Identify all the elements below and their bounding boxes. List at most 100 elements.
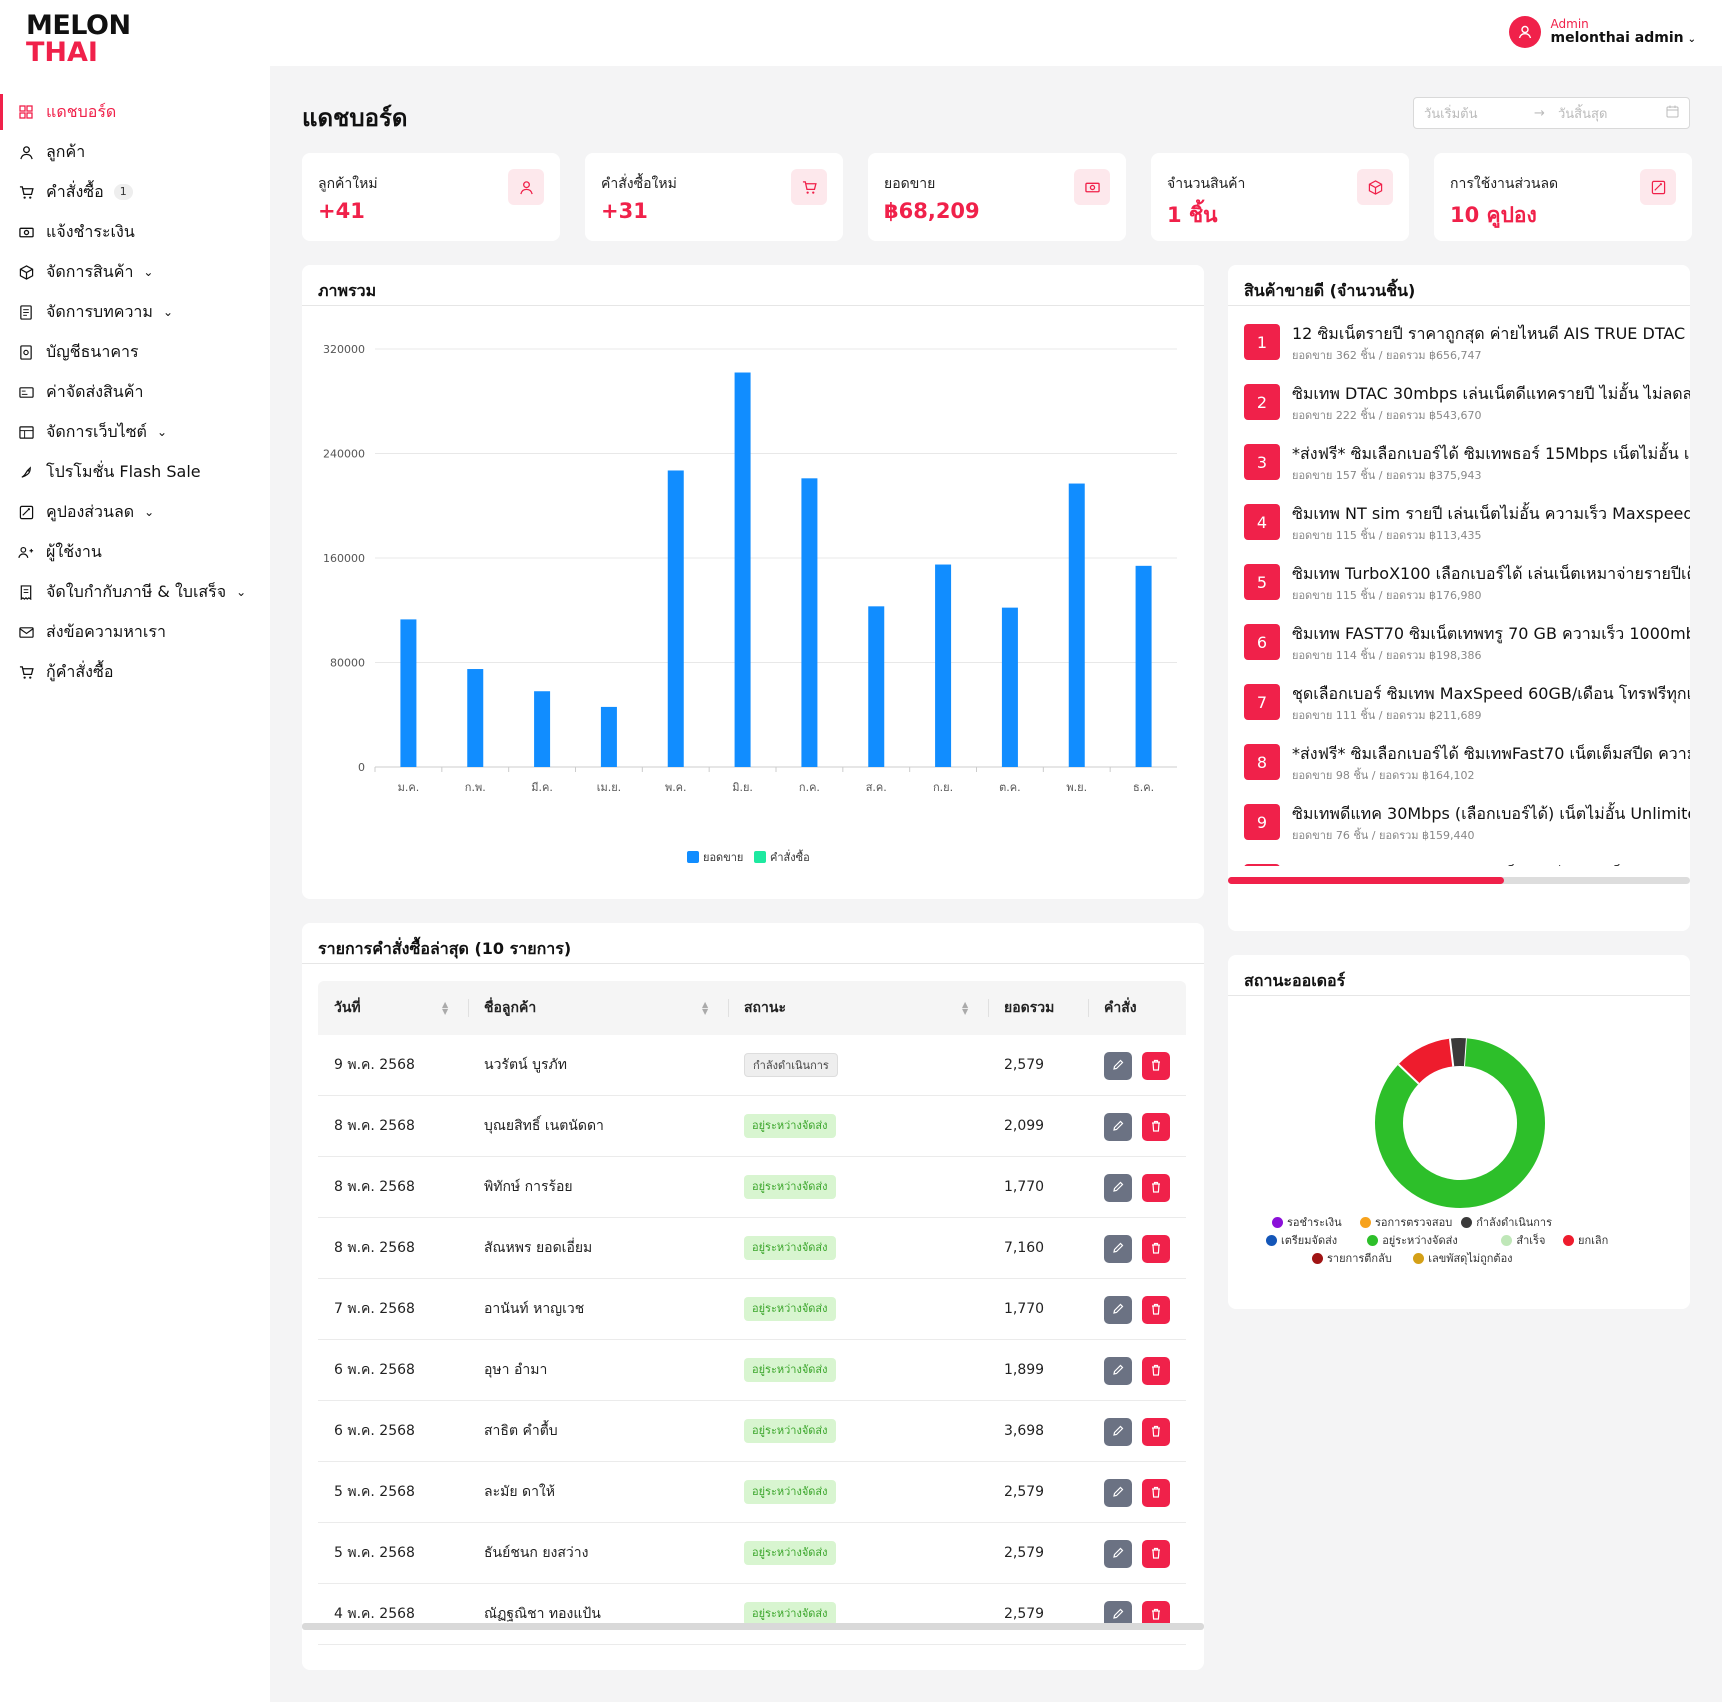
edit-button[interactable] [1104,1357,1132,1385]
edit-button[interactable] [1104,1296,1132,1324]
delete-button[interactable] [1142,1296,1170,1324]
sidebar-item-12[interactable]: จัดใบกำกับภาษี & ใบเสร็จ ⌄ [0,574,270,610]
bestsellers-list[interactable]: 1 12 ซิมเน็ตรายปี ราคาถูกสุด ค่ายไหนดี AI… [1228,306,1690,866]
start-date-input[interactable]: วันเริ่มต้น [1424,103,1534,124]
cart-icon [791,169,827,205]
legend-item[interactable]: สำเร็จ [1501,1231,1545,1249]
delete-button[interactable] [1142,1418,1170,1446]
legend-dot [1461,1216,1473,1228]
table-row[interactable]: 9 พ.ค. 2568 นวรัตน์ บูรภัท กำลังดำเนินการ 2… [318,1035,1186,1096]
legend-item-orders[interactable]: คำสั่งซื้อ [754,848,810,866]
bestseller-item[interactable]: 8 *ส่งฟรี* ซิมเลือกเบอร์ได้ ซิมเทพFast70 … [1244,740,1690,790]
table-row[interactable]: 5 พ.ค. 2568 ธันย์ชนก ยงสว่าง อยู่ระหว่างจั… [318,1523,1186,1584]
edit-button[interactable] [1104,1418,1132,1446]
sort-icon[interactable]: ▲ ▼ [442,1001,448,1016]
sidebar-item-2[interactable]: คำสั่งซื้อ 1 [0,174,270,210]
bar-1 [467,669,484,767]
edit-button[interactable] [1104,1479,1132,1507]
sort-icon[interactable]: ▲ ▼ [702,1001,708,1016]
customer-name: อุษา อำมา [484,1362,548,1378]
chevron-down-icon: ⌄ [144,505,155,519]
sidebar-item-6[interactable]: บัญชีธนาคาร [0,334,270,370]
bestseller-item[interactable]: 6 ซิมเทพ FAST70 ซิมเน็ตเทพทรู 70 GB ความเ… [1244,620,1690,670]
sidebar-item-14[interactable]: กู้คำสั่งซื้อ [0,654,270,690]
table-row[interactable]: 8 พ.ค. 2568 พิทักษ์ การร้อย อยู่ระหว่างจัด… [318,1157,1186,1218]
sidebar-item-9[interactable]: โปรโมชั่น Flash Sale [0,454,270,490]
edit-button[interactable] [1104,1174,1132,1202]
end-date-input[interactable]: วันสิ้นสุด [1558,103,1666,124]
table-row[interactable]: 8 พ.ค. 2568 บุณยสิทธิ์ เนตนัดดา อยู่ระหว่า… [318,1096,1186,1157]
bestseller-item[interactable]: 3 *ส่งฟรี* ซิมเลือกเบอร์ได้ ซิมเทพธอร์ 15… [1244,440,1690,490]
edit-button[interactable] [1104,1052,1132,1080]
delete-button[interactable] [1142,1540,1170,1568]
trash-icon [1150,1240,1162,1258]
delete-button[interactable] [1142,1113,1170,1141]
legend-item[interactable]: ยกเลิก [1563,1231,1608,1249]
order-date: 4 พ.ค. 2568 [334,1606,415,1622]
rank-badge: 6 [1244,624,1280,660]
user-menu[interactable]: Admin melonthai admin ⌄ [1508,16,1696,48]
legend-item[interactable]: กำลังดำเนินการ [1461,1213,1552,1231]
table-row[interactable]: 6 พ.ค. 2568 อุษา อำมา อยู่ระหว่างจัดส่ง 1,8… [318,1340,1186,1401]
sidebar-item-10[interactable]: คูปองส่วนลด ⌄ [0,494,270,530]
delete-button[interactable] [1142,1479,1170,1507]
calendar-icon[interactable] [1666,105,1679,122]
sidebar-item-7[interactable]: ค่าจัดส่งสินค้า [0,374,270,410]
scrollbar-thumb[interactable] [1228,877,1504,884]
sidebar-item-13[interactable]: ส่งข้อความหาเรา [0,614,270,650]
sidebar-item-0[interactable]: แดชบอร์ด [0,94,270,130]
article-icon [18,304,34,320]
table-row[interactable]: 4 พ.ค. 2568 ณัฏฐณิชา ทองแป้น อยู่ระหว่างจั… [318,1584,1186,1645]
date-range-picker[interactable]: วันเริ่มต้น → วันสิ้นสุด [1413,97,1690,129]
order-date: 5 พ.ค. 2568 [334,1545,415,1561]
sidebar-item-4[interactable]: จัดการสินค้า ⌄ [0,254,270,290]
bestseller-item[interactable]: 4 ซิมเทพ NT sim รายปี เล่นเน็ตไม่อั้น ควา… [1244,500,1690,550]
bestseller-item[interactable]: 1 12 ซิมเน็ตรายปี ราคาถูกสุด ค่ายไหนดี AI… [1244,320,1690,370]
delete-button[interactable] [1142,1235,1170,1263]
table-row[interactable]: 6 พ.ค. 2568 สาธิต คำตื้บ อยู่ระหว่างจัดส่ง… [318,1401,1186,1462]
col-date[interactable]: วันที่ [334,981,361,1035]
sidebar-item-3[interactable]: แจ้งชำระเงิน [0,214,270,250]
delete-button[interactable] [1142,1174,1170,1202]
y-tick-label: 240000 [323,448,365,461]
legend-item[interactable]: รอการตรวจสอบ [1360,1213,1452,1231]
delete-button[interactable] [1142,1052,1170,1080]
bestseller-item[interactable]: 2 ซิมเทพ DTAC 30mbps เล่นเน็ตดีแทครายปี ไ… [1244,380,1690,430]
bestseller-item[interactable]: 9 ซิมเทพดีแทค 30Mbps (เลือกเบอร์ได้) เน็ต… [1244,800,1690,850]
brand-logo[interactable]: MELON THAI [26,12,131,66]
edit-button[interactable] [1104,1235,1132,1263]
edit-button[interactable] [1104,1113,1132,1141]
legend-item[interactable]: เลขพัสดุไม่ถูกต้อง [1413,1249,1513,1267]
table-row[interactable]: 5 พ.ค. 2568 ละมัย ดาให้ อยู่ระหว่างจัดส่ง 2… [318,1462,1186,1523]
sidebar-item-8[interactable]: จัดการเว็บไซต์ ⌄ [0,414,270,450]
legend-dot [1272,1216,1283,1228]
legend-item[interactable]: อยู่ระหว่างจัดส่ง [1367,1231,1458,1249]
legend-item-sales[interactable]: ยอดขาย [687,848,743,866]
bestseller-item[interactable]: 5 ซิมเทพ TurboX100 เลือกเบอร์ได้ เล่นเน็ต… [1244,560,1690,610]
rank-badge: 5 [1244,564,1280,600]
edit-button[interactable] [1104,1540,1132,1568]
legend-dot [1367,1234,1379,1246]
bestseller-item[interactable]: 10 ซิมเทพ Dtac TurboX100 ซิมเน็ตรายปี ควา… [1244,860,1690,866]
table-row[interactable]: 8 พ.ค. 2568 สัณหพร ยอดเอี่ยม อยู่ระหว่างจั… [318,1218,1186,1279]
sidebar-item-label: โปรโมชั่น Flash Sale [46,461,201,481]
delete-button[interactable] [1142,1357,1170,1385]
table-scrollbar[interactable] [302,1623,1204,1630]
sidebar-item-1[interactable]: ลูกค้า [0,134,270,170]
table-row[interactable]: 7 พ.ค. 2568 อานันท์ หาญเวช อยู่ระหว่างจัดส… [318,1279,1186,1340]
sidebar-item-5[interactable]: จัดการบทความ ⌄ [0,294,270,330]
sort-icon[interactable]: ▲ ▼ [962,1001,968,1016]
bestseller-item[interactable]: 7 ชุดเลือกเบอร์ ซิมเทพ MaxSpeed 60GB/เดือ… [1244,680,1690,730]
x-tick-label: เม.ย. [597,781,621,794]
legend-item[interactable]: รายการตีกลับ [1312,1249,1392,1267]
sidebar-item-label: ค่าจัดส่งสินค้า [46,381,144,401]
order-date: 8 พ.ค. 2568 [334,1179,415,1195]
bestsellers-scrollbar[interactable] [1228,877,1690,884]
legend-item[interactable]: รอชำระเงิน [1272,1213,1342,1231]
x-tick-label: มี.ค. [531,781,553,794]
col-status[interactable]: สถานะ [744,981,786,1035]
col-customer[interactable]: ชื่อลูกค้า [484,981,536,1035]
sidebar-item-11[interactable]: ผู้ใช้งาน [0,534,270,570]
dashboard-icon [18,104,34,120]
legend-item[interactable]: เตรียมจัดส่ง [1266,1231,1337,1249]
